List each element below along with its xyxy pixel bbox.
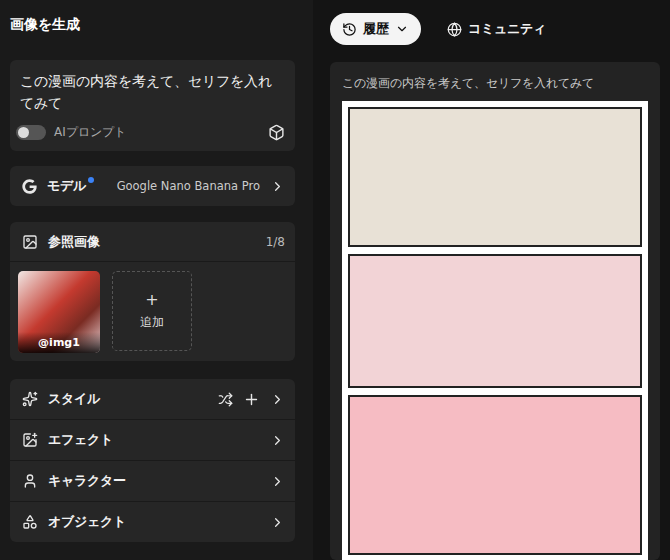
chevron-right-icon <box>270 433 285 448</box>
reference-label: 参照画像 <box>48 233 100 251</box>
option-row[interactable]: オブジェクト <box>10 502 295 542</box>
option-label: スタイル <box>48 390 100 408</box>
thumb-tag: @img1 <box>18 332 100 353</box>
reference-count: 1/8 <box>266 235 285 249</box>
comic-panel <box>348 254 642 388</box>
generate-panel: 画像を生成この漫画の内容を考えて、セリフを入れてみて AIプロンプトモデル Goog… <box>0 0 313 560</box>
reference-card: 参照画像 1/8 @img1 + 追加 <box>10 222 295 361</box>
globe-icon <box>447 22 462 37</box>
top-bar: 履歴コミュニティ <box>330 13 660 45</box>
model-card[interactable]: モデル Google Nano Banana Pro <box>10 166 295 206</box>
option-list: スタイルエフェクトキャラクターオブジェクト <box>10 379 295 542</box>
shuffle-icon[interactable] <box>218 392 233 407</box>
add-image-button[interactable]: + 追加 <box>112 271 192 351</box>
option-icon <box>22 514 38 530</box>
results-panel: 履歴コミュニティこの漫画の内容を考えて、セリフを入れてみて <box>313 0 670 560</box>
result-card: この漫画の内容を考えて、セリフを入れてみて <box>330 62 660 560</box>
cube-icon[interactable] <box>268 124 285 141</box>
model-value: Google Nano Banana Pro <box>104 179 260 193</box>
option-label: キャラクター <box>48 472 126 490</box>
option-row[interactable]: エフェクト <box>10 420 295 460</box>
community-button[interactable]: コミュニティ <box>435 13 558 45</box>
option-label: エフェクト <box>48 431 113 449</box>
comic-panel <box>348 107 642 247</box>
history-icon <box>342 22 357 37</box>
ai-prompt-label: AIプロンプト <box>54 124 260 141</box>
chevron-right-icon <box>270 515 285 530</box>
chevron-right-icon <box>270 474 285 489</box>
model-row[interactable]: モデル Google Nano Banana Pro <box>10 166 295 206</box>
result-prompt: この漫画の内容を考えて、セリフを入れてみて <box>342 74 648 92</box>
comic-panel <box>348 395 642 555</box>
prompt-input[interactable]: この漫画の内容を考えて、セリフを入れてみて <box>10 60 295 114</box>
option-label: オブジェクト <box>48 513 126 531</box>
reference-thumb[interactable]: @img1 <box>18 271 100 353</box>
plus-icon[interactable] <box>243 391 260 408</box>
history-button[interactable]: 履歴 <box>330 13 421 45</box>
option-icon <box>22 473 38 489</box>
model-label: モデル <box>47 177 86 195</box>
add-plus: + <box>145 292 158 308</box>
toggle-knob <box>18 127 29 138</box>
reference-thumbs: @img1 + 追加 <box>10 262 295 361</box>
option-icon <box>22 391 38 407</box>
prompt-card[interactable]: この漫画の内容を考えて、セリフを入れてみて AIプロンプト <box>10 60 295 151</box>
option-icon <box>22 432 38 448</box>
option-row[interactable]: キャラクター <box>10 461 295 501</box>
chevron-down-icon <box>395 22 409 36</box>
reference-header: 参照画像 1/8 <box>10 222 295 262</box>
notice-dot <box>88 177 94 183</box>
prompt-footer: AIプロンプト <box>10 114 295 151</box>
google-icon <box>22 179 37 194</box>
generated-image[interactable] <box>342 101 648 560</box>
app: 画像を生成この漫画の内容を考えて、セリフを入れてみて AIプロンプトモデル Goog… <box>0 0 670 560</box>
chevron-right-icon <box>270 392 285 407</box>
add-label: 追加 <box>140 314 164 331</box>
panel-title: 画像を生成 <box>10 10 295 38</box>
chevron-right-icon <box>270 179 285 194</box>
ai-prompt-toggle[interactable] <box>16 125 46 140</box>
image-icon <box>22 234 38 250</box>
option-row[interactable]: スタイル <box>10 379 295 419</box>
